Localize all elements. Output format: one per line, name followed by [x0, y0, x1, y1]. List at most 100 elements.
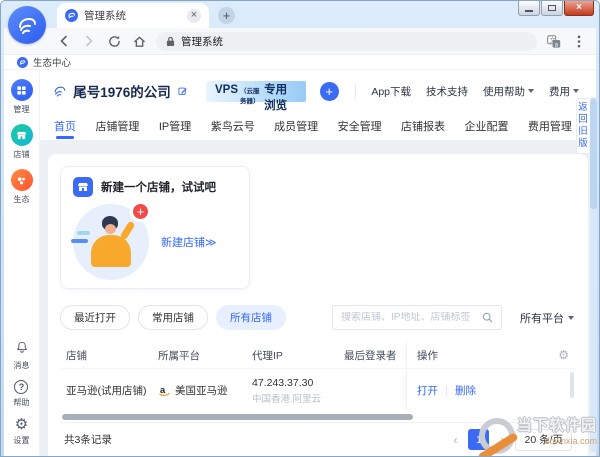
vps-browser-badge: VPS （云服务器） 专用浏览器	[206, 81, 306, 102]
close-icon: ×	[576, 3, 582, 13]
address-bar[interactable]: 管理系统	[156, 32, 537, 51]
rail-label: 设置	[13, 434, 29, 445]
rail-item-shop[interactable]: 店铺	[11, 124, 33, 160]
illustration-face	[105, 224, 116, 234]
open-shop-link[interactable]: 打开	[417, 383, 438, 398]
page-vertical-scrollbar[interactable]	[590, 97, 597, 452]
caret-down-icon	[528, 89, 534, 93]
home-button[interactable]	[131, 33, 147, 49]
rail-item-help[interactable]: ? 帮助	[13, 380, 30, 408]
window-controls: ×	[518, 1, 594, 16]
tab-security-management[interactable]: 安全管理	[338, 112, 382, 140]
create-shop-link[interactable]: 新建店铺≫	[161, 234, 217, 250]
tab-ziniao-cloud[interactable]: 紫鸟云号	[211, 112, 255, 140]
lock-icon	[166, 36, 175, 47]
cell-proxy-ip: 47.243.37.30 中国香港.阿里云	[252, 377, 344, 405]
link-app-download[interactable]: App下载	[371, 84, 411, 99]
rail-label: 店铺	[13, 148, 29, 159]
address-text: 管理系统	[181, 34, 223, 49]
close-button[interactable]: ×	[564, 1, 594, 16]
refresh-icon	[108, 35, 121, 48]
gear-icon: ⚙	[15, 417, 28, 432]
search-input[interactable]	[341, 312, 477, 323]
vertical-scroll-thumb[interactable]	[590, 99, 597, 209]
translate-button[interactable]: 文 a	[546, 33, 562, 49]
bookmark-eco-center[interactable]: 生态中心	[33, 55, 71, 69]
main-area: 尾号1976的公司 VPS （云服务器） 专用浏览器 + App下载 技术支持 …	[40, 70, 596, 456]
bookmarks-bar: 生态中心	[4, 55, 596, 70]
minimize-button[interactable]	[518, 1, 540, 16]
rail-label: 管理	[13, 103, 29, 114]
browser-menu-button[interactable]	[571, 33, 587, 49]
link-help-menu[interactable]: 使用帮助	[483, 84, 534, 99]
storefront-icon	[11, 124, 33, 146]
rail-item-settings[interactable]: ⚙ 设置	[13, 417, 30, 446]
back-icon	[58, 35, 70, 47]
platform-filter-dropdown[interactable]: 所有平台	[520, 310, 574, 326]
back-button[interactable]	[56, 33, 72, 49]
back-to-old-version-tag[interactable]: 返回旧版	[576, 98, 589, 154]
translate-icon: 文 a	[547, 35, 561, 48]
promo-title: 新建一个店铺，试试吧	[101, 179, 216, 195]
cell-actions: 打开 删除	[406, 369, 576, 412]
browser-window: 管理系统 × + × 管理系统	[0, 0, 600, 457]
home-icon	[133, 35, 146, 48]
filter-recently-opened[interactable]: 最近打开	[60, 305, 130, 330]
rail-item-manage[interactable]: 管理	[11, 79, 33, 115]
watermark-name: 当下软件园	[517, 414, 597, 435]
filter-row: 最近打开 常用店铺 所有店铺 所有平台	[60, 305, 576, 330]
logo-swoosh	[477, 432, 519, 457]
col-platform: 所属平台	[158, 348, 252, 363]
tab-close-icon[interactable]: ×	[187, 9, 201, 23]
bird-logo-icon	[15, 13, 39, 37]
ecosystem-icon	[11, 169, 33, 191]
filter-frequent-shops[interactable]: 常用店铺	[138, 305, 208, 330]
company-bird-icon	[53, 81, 66, 101]
tab-ip-management[interactable]: IP管理	[159, 112, 191, 140]
tab-shop-management[interactable]: 店铺管理	[95, 112, 139, 140]
tab-favicon	[65, 9, 78, 22]
person-illustration: +	[73, 204, 149, 280]
delete-shop-link[interactable]: 删除	[455, 383, 476, 398]
tab-member-management[interactable]: 成员管理	[274, 112, 318, 140]
table-row[interactable]: 亚马逊(试用店铺) a 美国亚马逊	[60, 368, 576, 412]
table-vertical-scrollbar[interactable]	[570, 372, 574, 398]
column-settings-gear-icon[interactable]: ⚙	[558, 349, 569, 361]
edit-icon[interactable]	[178, 84, 187, 98]
prev-page-icon[interactable]: ‹	[453, 434, 457, 446]
tab-shop-reports[interactable]: 店铺报表	[401, 112, 445, 140]
vps-paren: （云服务器）	[240, 85, 262, 105]
tab-billing-management[interactable]: 费用管理	[528, 112, 572, 140]
tab-home[interactable]: 首页	[54, 112, 76, 140]
link-billing-menu[interactable]: 费用	[549, 84, 579, 99]
forward-button[interactable]	[81, 33, 97, 49]
browser-tab[interactable]: 管理系统 ×	[57, 3, 209, 28]
add-button[interactable]: +	[320, 82, 339, 101]
svg-text:a: a	[160, 385, 166, 395]
caret-down-icon	[573, 89, 579, 93]
col-last-login: 最后登录者	[344, 348, 406, 363]
maximize-button[interactable]	[541, 1, 563, 16]
rail-label: 消息	[13, 359, 29, 370]
browser-toolbar: 管理系统 文 a	[4, 28, 596, 55]
rail-item-eco[interactable]: 生态	[11, 169, 33, 205]
left-rail: 管理 店铺 生态	[4, 70, 40, 456]
link-tech-support[interactable]: 技术支持	[426, 84, 468, 99]
col-shop: 店铺	[60, 348, 158, 363]
filter-all-shops[interactable]: 所有店铺	[216, 305, 286, 330]
amazon-icon: a	[158, 384, 171, 397]
minimize-icon	[525, 10, 533, 12]
rail-item-messages[interactable]: 消息	[12, 337, 32, 371]
divider	[446, 386, 447, 396]
divider	[355, 84, 356, 99]
tab-enterprise-config[interactable]: 企业配置	[464, 112, 508, 140]
new-tab-button[interactable]: +	[218, 7, 235, 24]
kebab-menu-icon	[577, 35, 581, 48]
shop-search-box	[332, 305, 502, 330]
horizontal-scroll-thumb[interactable]	[62, 414, 413, 420]
shop-card-icon	[73, 177, 93, 197]
maximize-icon	[548, 5, 556, 11]
search-icon[interactable]	[482, 312, 493, 323]
bookmark-favicon	[17, 57, 28, 68]
refresh-button[interactable]	[106, 33, 122, 49]
